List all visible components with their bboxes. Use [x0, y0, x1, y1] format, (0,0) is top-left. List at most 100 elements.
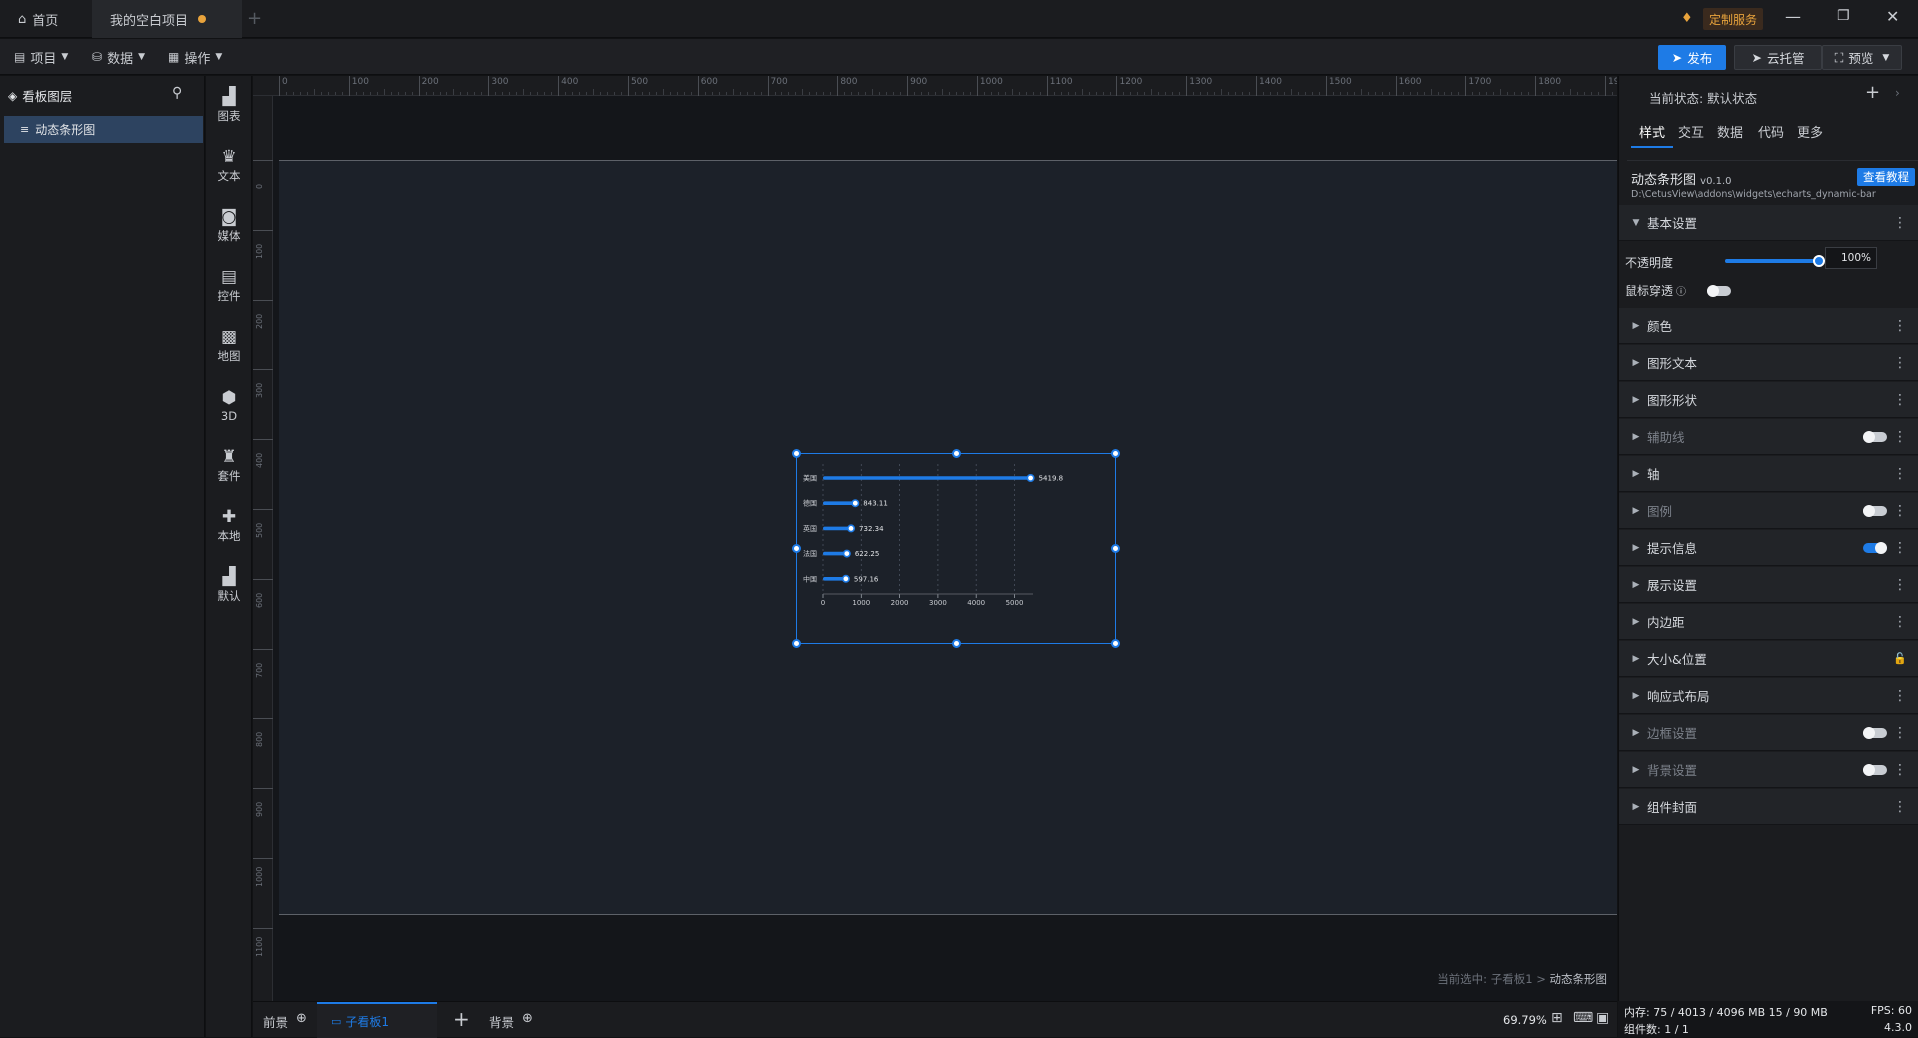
search-icon[interactable]: ⚲ — [172, 85, 182, 101]
more-vertical-icon[interactable]: ⋮ — [1893, 799, 1907, 815]
board-tab[interactable]: ▭ 子看板1 — [317, 1002, 437, 1038]
resize-handle-tl[interactable] — [792, 449, 801, 458]
menu-data[interactable]: ⛁ 数据 ▼ — [92, 39, 145, 75]
more-vertical-icon[interactable]: ⋮ — [1893, 577, 1907, 593]
section-row[interactable]: ▶ 图形文本 ⋮ — [1619, 345, 1918, 381]
tab-style[interactable]: 样式 — [1639, 122, 1665, 141]
ruler-minor-tick — [1060, 92, 1062, 95]
section-toggle[interactable] — [1863, 542, 1887, 554]
section-row[interactable]: ▶ 大小&位置 🔓 — [1619, 641, 1918, 677]
more-vertical-icon[interactable]: ⋮ — [1893, 392, 1907, 408]
tutorial-button[interactable]: 查看教程 — [1857, 168, 1915, 186]
resize-handle-br[interactable] — [1111, 639, 1120, 648]
preview-button[interactable]: ⛶ 预览 ▼ — [1822, 45, 1902, 70]
opacity-slider[interactable] — [1725, 255, 1825, 267]
zoom-level[interactable]: 69.79% — [1503, 1013, 1547, 1027]
more-vertical-icon[interactable]: ⋮ — [1893, 466, 1907, 482]
layer-item[interactable]: ≡ 动态条形图 — [4, 116, 203, 143]
section-row[interactable]: ▶ 响应式布局 ⋮ — [1619, 678, 1918, 714]
resize-handle-r[interactable] — [1111, 544, 1120, 553]
resize-handle-t[interactable] — [952, 449, 961, 458]
more-vertical-icon[interactable]: ⋮ — [1893, 688, 1907, 704]
mouse-through-toggle[interactable] — [1707, 285, 1731, 297]
terminal-icon[interactable]: ▣ — [1596, 1010, 1609, 1026]
tab-interaction[interactable]: 交互 — [1678, 122, 1704, 141]
cloud-hosting-button[interactable]: ➤ 云托管 — [1734, 45, 1822, 70]
close-icon[interactable]: ✕ — [1886, 7, 1899, 26]
menu-operation[interactable]: ▦ 操作 ▼ — [168, 39, 222, 75]
comp-suite[interactable]: ♜ 套件 — [206, 440, 252, 492]
more-vertical-icon[interactable]: ⋮ — [1893, 540, 1907, 556]
ruler-tick: 400 — [253, 439, 273, 468]
more-vertical-icon[interactable]: ⋮ — [1893, 762, 1907, 778]
resize-handle-l[interactable] — [792, 544, 801, 553]
tab-project[interactable]: 我的空白项目 — [92, 0, 242, 38]
chevron-right-icon[interactable]: › — [1895, 86, 1900, 100]
comp-chart[interactable]: ▟ 图表 — [206, 80, 252, 132]
section-row[interactable]: ▶ 图例 ⋮ — [1619, 493, 1918, 529]
resize-handle-bl[interactable] — [792, 639, 801, 648]
section-row[interactable]: ▶ 背景设置 ⋮ — [1619, 752, 1918, 788]
more-vertical-icon[interactable]: ⋮ — [1893, 429, 1907, 445]
restore-icon[interactable]: ❐ — [1837, 8, 1850, 24]
keyboard-icon[interactable]: ⌨ — [1573, 1010, 1593, 1026]
more-vertical-icon[interactable]: ⋮ — [1893, 614, 1907, 630]
more-vertical-icon[interactable]: ⋮ — [1893, 503, 1907, 519]
add-circle-icon[interactable]: ⊕ — [522, 1011, 533, 1026]
comp-default[interactable]: ▟ 默认 — [206, 560, 252, 612]
background-tab[interactable]: 背景 ⊕ — [489, 1011, 533, 1031]
caret-right-icon: ▶ — [1632, 468, 1640, 479]
dynamic-bar-chart-widget[interactable]: 0 1000 2000 3000 4000 5000 美国 5419.8 德国 843.11 英国 7… — [792, 449, 1120, 648]
foreground-tab[interactable]: 前景 ⊕ — [263, 1011, 307, 1031]
tab-home[interactable]: ⌂ 首页 — [0, 0, 92, 38]
tab-more[interactable]: 更多 — [1797, 122, 1823, 141]
section-row[interactable]: ▶ 展示设置 ⋮ — [1619, 567, 1918, 603]
fit-screen-icon[interactable]: ⊞ — [1551, 1010, 1563, 1026]
more-vertical-icon[interactable]: ⋮ — [1893, 725, 1907, 741]
comp-local[interactable]: ✚ 本地 — [206, 500, 252, 552]
more-vertical-icon[interactable]: ⋮ — [1893, 215, 1907, 231]
comp-3d[interactable]: ⬢ 3D — [206, 380, 252, 432]
canvas-area[interactable]: 0 100 200 300 400 500 600 700 800 900 1000 1100 1200… — [253, 76, 1617, 1001]
tab-code[interactable]: 代码 — [1758, 122, 1784, 141]
section-row[interactable]: ▶ 边框设置 ⋮ — [1619, 715, 1918, 751]
comp-text[interactable]: ♛ 文本 — [206, 140, 252, 192]
section-row[interactable]: ▶ 内边距 ⋮ — [1619, 604, 1918, 640]
add-board-icon[interactable]: + — [453, 1007, 470, 1031]
section-toggle[interactable] — [1863, 431, 1887, 443]
publish-button[interactable]: ➤ 发布 — [1658, 45, 1726, 70]
section-toggle[interactable] — [1863, 505, 1887, 517]
menu-project[interactable]: ▤ 项目 ▼ — [14, 39, 68, 75]
section-row[interactable]: ▶ 图形形状 ⋮ — [1619, 382, 1918, 418]
add-circle-icon[interactable]: ⊕ — [296, 1011, 307, 1026]
ruler-minor-tick — [453, 89, 455, 95]
new-tab-icon[interactable]: + — [247, 8, 262, 29]
section-toggle[interactable] — [1863, 727, 1887, 739]
section-row[interactable]: ▶ 组件封面 ⋮ — [1619, 789, 1918, 825]
lock-icon[interactable]: 🔓 — [1893, 652, 1907, 665]
minimize-icon[interactable]: — — [1785, 7, 1801, 26]
board[interactable]: 0 1000 2000 3000 4000 5000 美国 5419.8 德国 843.11 英国 7… — [279, 160, 1617, 915]
section-row[interactable]: ▶ 辅助线 ⋮ — [1619, 419, 1918, 455]
section-row[interactable]: ▶ 颜色 ⋮ — [1619, 308, 1918, 344]
layers-header: ◈ 看板图层 — [8, 86, 72, 105]
custom-service-button[interactable]: 定制服务 — [1703, 8, 1764, 30]
resize-handle-b[interactable] — [952, 639, 961, 648]
add-state-icon[interactable]: + — [1865, 82, 1880, 103]
section-basic[interactable]: ▼ 基本设置 ⋮ — [1619, 205, 1918, 241]
resize-handle-tr[interactable] — [1111, 449, 1120, 458]
ruler-minor-tick — [1102, 92, 1104, 95]
more-vertical-icon[interactable]: ⋮ — [1893, 318, 1907, 334]
opacity-input[interactable]: 100 % — [1825, 247, 1877, 269]
comp-control[interactable]: ▤ 控件 — [206, 260, 252, 312]
tab-data[interactable]: 数据 — [1717, 122, 1743, 141]
section-row[interactable]: ▶ 轴 ⋮ — [1619, 456, 1918, 492]
layers-icon: ◈ — [8, 88, 18, 103]
comp-map[interactable]: ▩ 地图 — [206, 320, 252, 372]
section-row[interactable]: ▶ 提示信息 ⋮ — [1619, 530, 1918, 566]
section-label: 内边距 — [1647, 615, 1685, 630]
comp-media[interactable]: ◙ 媒体 — [206, 200, 252, 252]
opacity-slider-knob[interactable] — [1813, 255, 1825, 267]
section-toggle[interactable] — [1863, 764, 1887, 776]
more-vertical-icon[interactable]: ⋮ — [1893, 355, 1907, 371]
